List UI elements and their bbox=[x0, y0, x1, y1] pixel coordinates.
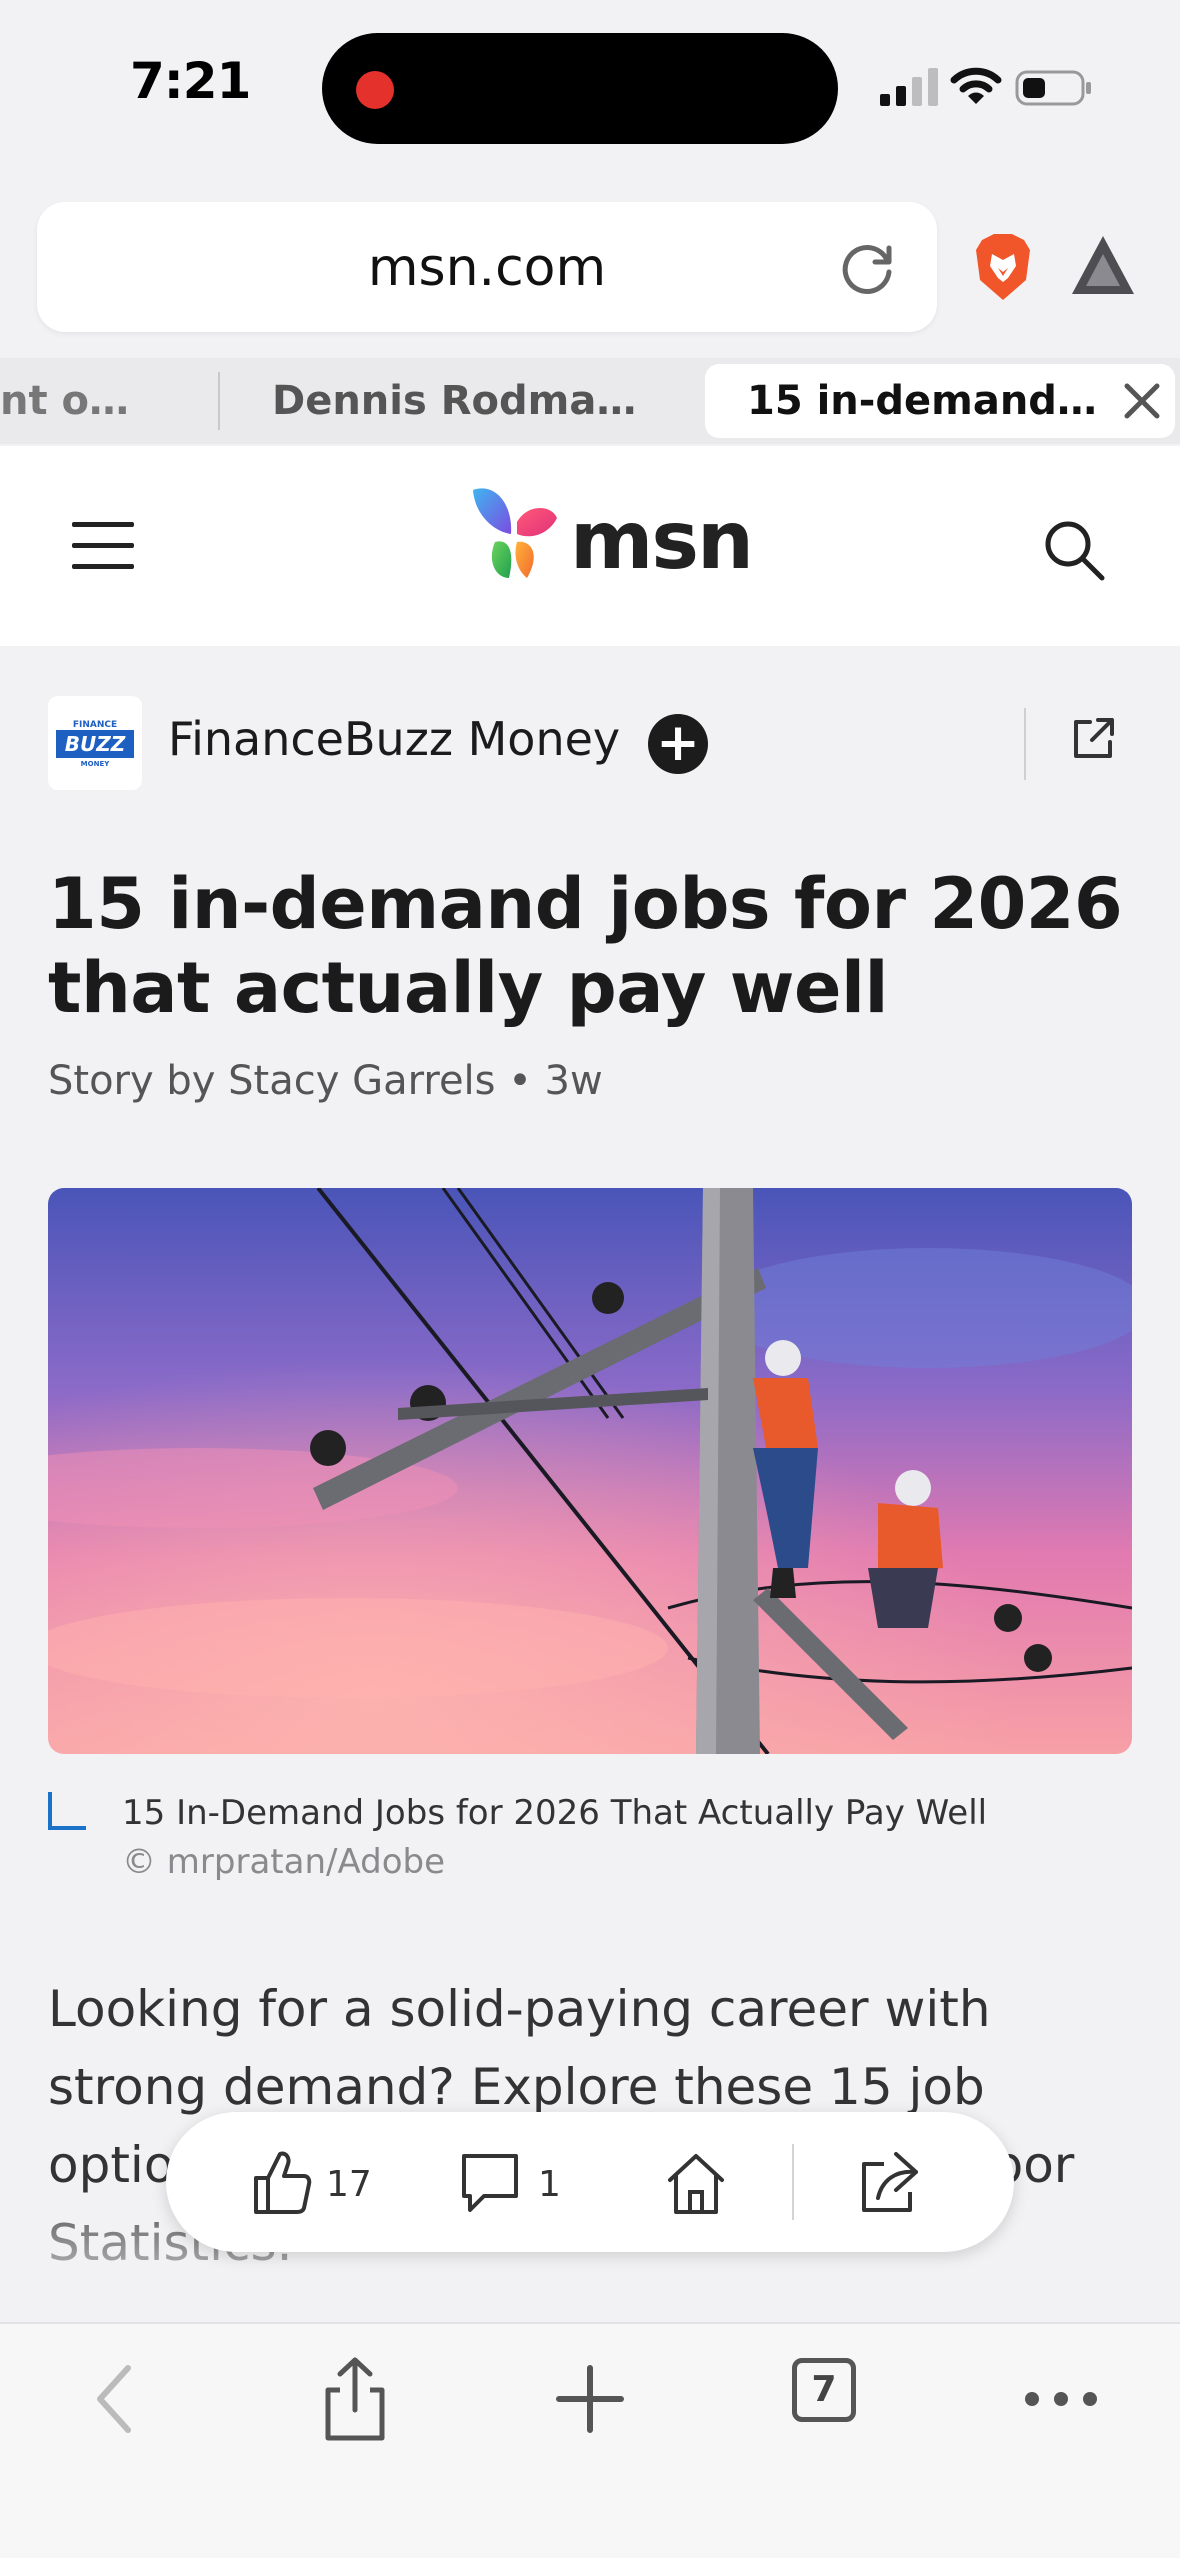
home-icon[interactable] bbox=[664, 2148, 728, 2218]
publisher-logo[interactable]: FINANCE BUZZ MONEY bbox=[48, 696, 142, 790]
action-divider bbox=[792, 2144, 794, 2220]
tab-active[interactable]: 15 in-demand… bbox=[705, 364, 1175, 438]
brave-shields-icon[interactable] bbox=[972, 232, 1034, 302]
share-article-icon[interactable] bbox=[856, 2148, 922, 2218]
more-options-icon[interactable] bbox=[1016, 2354, 1106, 2444]
comment-count: 1 bbox=[538, 2164, 561, 2205]
battery-icon bbox=[1015, 70, 1091, 106]
svg-text:BUZZ: BUZZ bbox=[65, 732, 126, 756]
reload-icon[interactable] bbox=[837, 238, 897, 298]
publisher-divider bbox=[1024, 708, 1026, 780]
comment-icon[interactable] bbox=[458, 2148, 522, 2218]
search-icon[interactable] bbox=[1042, 518, 1106, 582]
follow-publisher-button[interactable]: + bbox=[648, 714, 708, 774]
cellular-signal-icon bbox=[880, 68, 938, 106]
msn-butterfly-icon bbox=[473, 488, 557, 578]
brave-rewards-icon[interactable] bbox=[1068, 232, 1138, 298]
publisher-row: FINANCE BUZZ MONEY FinanceBuzz Money + bbox=[0, 646, 1180, 840]
share-icon[interactable] bbox=[310, 2354, 400, 2444]
like-count: 17 bbox=[326, 2164, 372, 2205]
image-credit: © mrpratan/Adobe bbox=[122, 1842, 446, 1882]
article-hero-image[interactable] bbox=[48, 1188, 1132, 1754]
address-bar[interactable]: msn.com bbox=[37, 202, 937, 332]
article-byline: Story by Stacy Garrels • 3w bbox=[48, 1058, 603, 1104]
financebuzz-logo-icon: FINANCE BUZZ MONEY bbox=[56, 720, 134, 768]
svg-text:FINANCE: FINANCE bbox=[73, 720, 117, 730]
recording-indicator-icon bbox=[356, 71, 394, 109]
browser-toolbar: 7 bbox=[0, 2322, 1180, 2558]
svg-text:MONEY: MONEY bbox=[81, 760, 111, 768]
tab-active-label: 15 in-demand… bbox=[747, 378, 1097, 424]
like-icon[interactable] bbox=[250, 2148, 312, 2218]
site-header: msn bbox=[0, 446, 1180, 646]
article-action-bar: 17 1 bbox=[166, 2112, 1014, 2252]
wifi-icon bbox=[950, 67, 1002, 104]
publisher-name[interactable]: FinanceBuzz Money bbox=[168, 712, 620, 766]
tab-2[interactable]: Dennis Rodma… bbox=[272, 358, 672, 444]
url-text[interactable]: msn.com bbox=[37, 238, 937, 298]
tab-1[interactable]: nt o… bbox=[0, 358, 180, 444]
close-tab-icon[interactable] bbox=[1119, 378, 1165, 424]
tab-strip: nt o… Dennis Rodma… 15 in-demand… bbox=[0, 358, 1180, 444]
article-title: 15 in-demand jobs for 2026 that actually… bbox=[48, 863, 1123, 1029]
tab-divider bbox=[218, 372, 220, 430]
image-caption: 15 In-Demand Jobs for 2026 That Actually… bbox=[122, 1793, 988, 1833]
msn-logo[interactable]: msn bbox=[465, 482, 754, 592]
new-tab-icon[interactable] bbox=[545, 2354, 635, 2444]
open-external-icon[interactable] bbox=[1070, 716, 1116, 762]
back-icon[interactable] bbox=[72, 2354, 162, 2444]
tab-switcher-button[interactable]: 7 bbox=[792, 2358, 856, 2422]
menu-icon[interactable] bbox=[72, 522, 134, 570]
msn-wordmark: msn bbox=[570, 494, 754, 587]
caption-marker bbox=[48, 1792, 86, 1830]
status-time: 7:21 bbox=[130, 52, 251, 110]
linemen-on-utility-pole-image bbox=[48, 1188, 1132, 1754]
dynamic-island bbox=[322, 33, 838, 144]
